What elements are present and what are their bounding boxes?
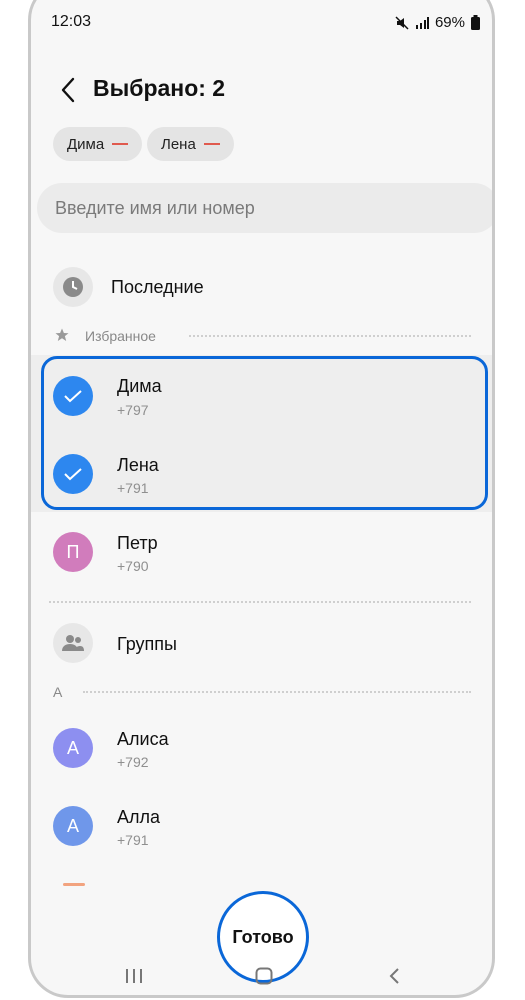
list-divider xyxy=(49,601,471,603)
contact-phone: +790 xyxy=(117,558,149,574)
page-title: Выбрано: 2 xyxy=(93,75,226,101)
recent-icon xyxy=(53,267,93,307)
home-icon[interactable] xyxy=(255,967,273,985)
contact-name[interactable]: Петр xyxy=(117,533,158,554)
contact-name[interactable]: Алиса xyxy=(117,729,169,750)
battery-percent: 69% xyxy=(434,14,465,31)
chip-label: Лена xyxy=(161,135,196,153)
avatar-initial: А xyxy=(66,815,79,836)
selected-chip-dima[interactable]: Дима xyxy=(53,127,143,161)
battery-icon xyxy=(471,15,480,30)
avatar[interactable]: А xyxy=(53,728,93,768)
signal-icon xyxy=(415,16,429,29)
search-input[interactable]: Введите имя или номер xyxy=(37,183,492,233)
status-time: 12:03 xyxy=(51,13,92,30)
avatar-initial: А xyxy=(66,737,79,758)
contact-phone: +792 xyxy=(117,754,149,770)
selection-highlight-outline xyxy=(41,356,488,510)
avatar[interactable]: П xyxy=(53,532,93,572)
section-divider xyxy=(83,691,471,693)
contact-phone: +791 xyxy=(117,832,149,848)
done-button-label: Готово xyxy=(232,926,294,947)
avatar xyxy=(63,883,85,886)
back-nav-icon[interactable] xyxy=(388,967,400,985)
remove-icon[interactable] xyxy=(203,143,220,145)
navigation-bar xyxy=(31,958,492,995)
avatar-initial: П xyxy=(66,541,80,562)
favorites-section-label: Избранное xyxy=(85,328,156,344)
avatar[interactable]: А xyxy=(53,806,93,846)
selected-chip-lena[interactable]: Лена xyxy=(147,127,234,161)
status-icons: 69% xyxy=(395,14,480,31)
groups-label[interactable]: Группы xyxy=(117,634,177,655)
groups-icon xyxy=(53,623,93,663)
star-icon xyxy=(55,328,69,341)
contact-name[interactable]: Алла xyxy=(117,807,160,828)
recent-label[interactable]: Последние xyxy=(111,277,204,298)
phone-frame: 12:03 69% Выбрано: 2 Дима Лена Введите и… xyxy=(28,0,495,998)
section-divider xyxy=(189,335,471,337)
section-letter: А xyxy=(53,684,63,700)
back-arrow-icon[interactable] xyxy=(57,75,83,105)
search-placeholder: Введите имя или номер xyxy=(55,197,255,218)
recent-apps-icon[interactable] xyxy=(125,968,143,984)
chip-label: Дима xyxy=(67,135,105,153)
mute-icon xyxy=(395,15,409,30)
remove-icon[interactable] xyxy=(112,143,129,145)
